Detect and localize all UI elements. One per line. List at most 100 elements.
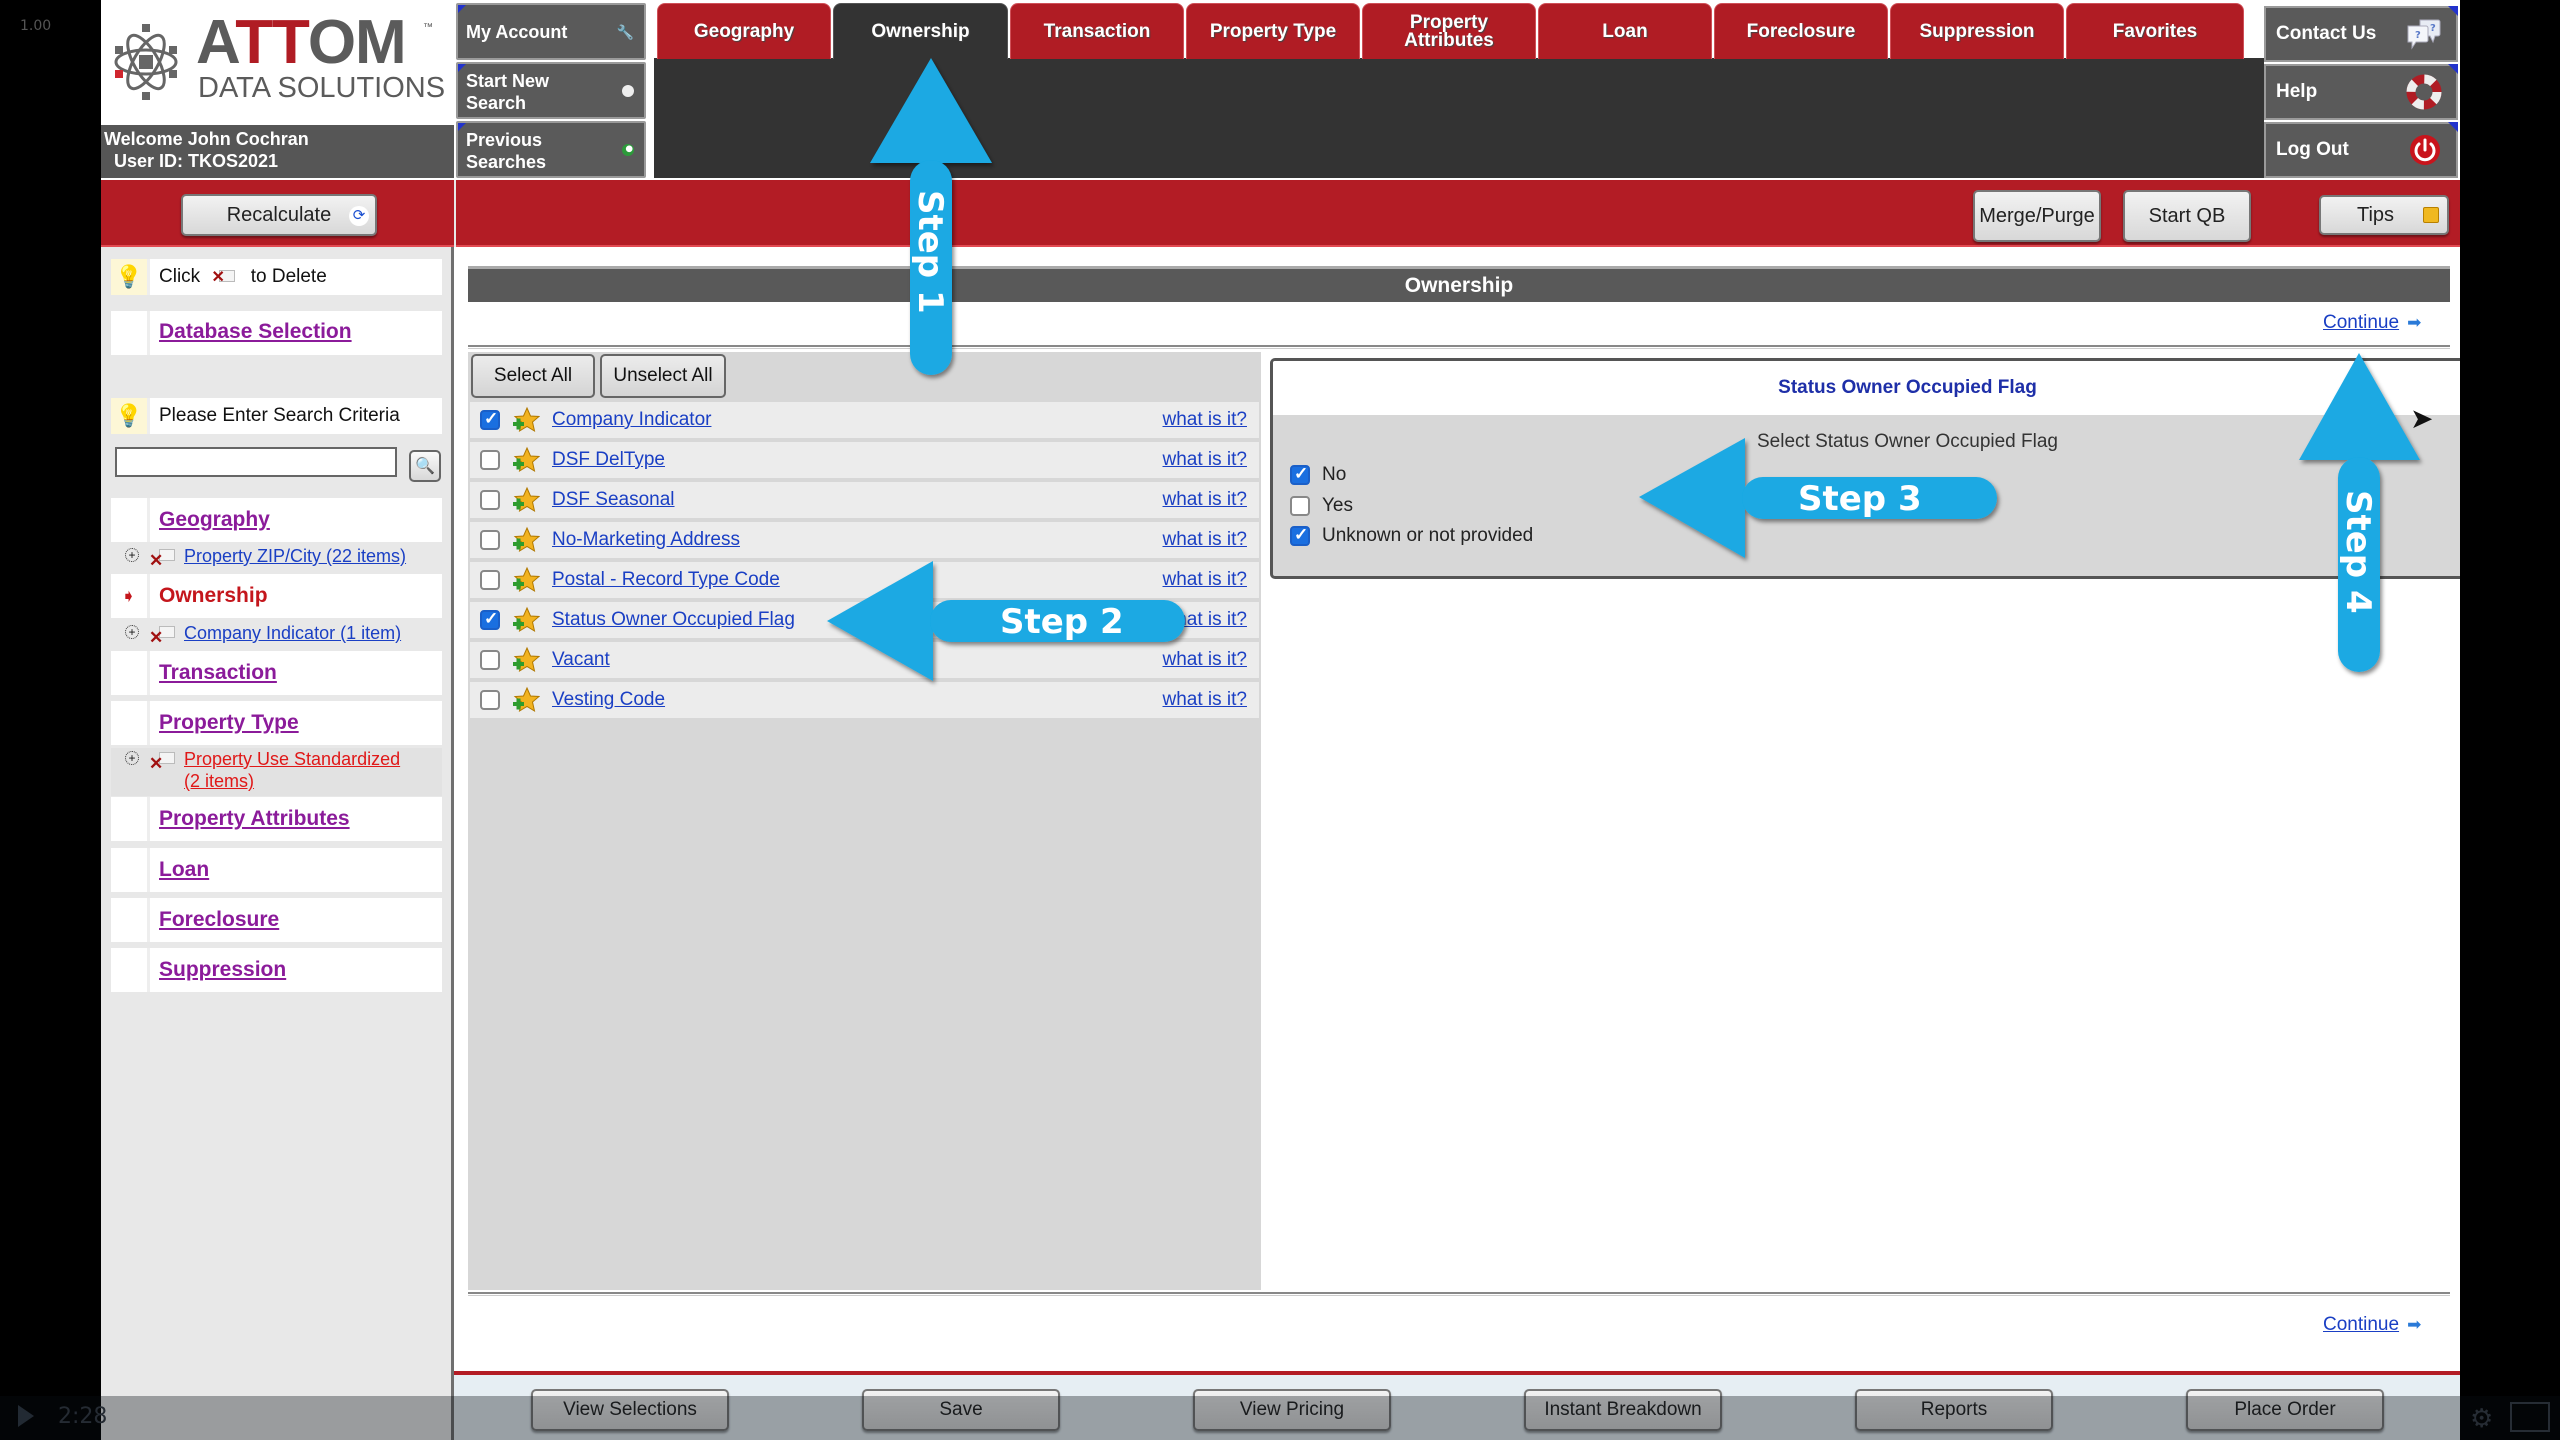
sidebar-item-transaction: Transaction: [111, 651, 442, 695]
fullscreen-icon[interactable]: [2510, 1402, 2550, 1432]
place-order-button[interactable]: Place Order: [2186, 1389, 2384, 1431]
criteria-link-property-type[interactable]: Property Use Standardized (2 items): [184, 748, 400, 792]
logo[interactable]: ATTOM ™ DATA SOLUTIONS: [101, 0, 454, 125]
add-favorite-star-icon[interactable]: [510, 606, 540, 636]
what-is-it-link[interactable]: what is it?: [1163, 569, 1247, 591]
delete-criteria-icon[interactable]: ✕: [149, 750, 177, 773]
flag-option[interactable]: Yes: [1290, 495, 1353, 517]
add-favorite-star-icon[interactable]: [510, 686, 540, 716]
lightbulb-icon: 💡: [111, 398, 147, 434]
field-checkbox[interactable]: [480, 570, 500, 590]
field-name-link[interactable]: Company Indicator: [552, 409, 711, 431]
settings-gear-icon[interactable]: ⚙: [2470, 1403, 2493, 1434]
svg-text:?: ?: [2430, 23, 2436, 34]
tips-button[interactable]: Tips: [2319, 195, 2449, 235]
add-favorite-star-icon[interactable]: [510, 526, 540, 556]
playback-speed: 1.00: [20, 18, 52, 34]
field-name-link[interactable]: DSF DelType: [552, 449, 665, 471]
what-is-it-link[interactable]: what is it?: [1163, 409, 1247, 431]
field-checkbox[interactable]: [480, 650, 500, 670]
recalculate-button[interactable]: Recalculate ⟳: [181, 194, 377, 236]
expand-icon[interactable]: +: [125, 751, 139, 765]
criteria-link-geography[interactable]: Property ZIP/City (22 items): [184, 545, 406, 567]
what-is-it-link[interactable]: what is it?: [1163, 689, 1247, 711]
tab-transaction[interactable]: Transaction: [1010, 3, 1184, 59]
instant-breakdown-button[interactable]: Instant Breakdown: [1524, 1389, 1722, 1431]
tab-property-type[interactable]: Property Type: [1186, 3, 1360, 59]
criteria-search-button[interactable]: 🔍: [409, 450, 441, 482]
what-is-it-link[interactable]: what is it?: [1163, 609, 1247, 631]
delete-criteria-icon[interactable]: ✕: [149, 547, 177, 570]
play-icon[interactable]: [18, 1405, 34, 1427]
field-name-link[interactable]: Status Owner Occupied Flag: [552, 609, 795, 631]
sidebar-current-ownership[interactable]: Ownership: [159, 584, 268, 608]
tips-label: Tips: [2357, 203, 2395, 226]
add-favorite-star-icon[interactable]: [510, 406, 540, 436]
criteria-search-input[interactable]: [115, 447, 397, 477]
field-name-link[interactable]: Vesting Code: [552, 689, 665, 711]
add-favorite-star-icon[interactable]: [510, 566, 540, 596]
delete-hint: 💡 Click ✕ to Delete: [111, 259, 442, 295]
what-is-it-link[interactable]: what is it?: [1163, 649, 1247, 671]
tab-geography[interactable]: Geography: [657, 3, 831, 59]
start-qb-button[interactable]: Start QB: [2123, 190, 2251, 242]
option-checkbox[interactable]: [1290, 464, 1310, 485]
continue-link-top[interactable]: Continue ➡: [2323, 312, 2421, 334]
flag-option[interactable]: No: [1290, 464, 1346, 486]
tab-foreclosure[interactable]: Foreclosure: [1714, 3, 1888, 59]
delete-criteria-icon[interactable]: ✕: [149, 624, 177, 647]
save-button[interactable]: Save: [862, 1389, 1060, 1431]
my-account-button[interactable]: My Account 🔧: [456, 3, 646, 60]
field-name-link[interactable]: DSF Seasonal: [552, 489, 675, 511]
option-checkbox[interactable]: [1290, 525, 1310, 546]
unselect-all-button[interactable]: Unselect All: [600, 354, 726, 398]
field-checkbox[interactable]: [480, 409, 500, 430]
contact-us-button[interactable]: Contact Us ? ?: [2264, 6, 2458, 62]
view-pricing-button[interactable]: View Pricing: [1193, 1389, 1391, 1431]
add-favorite-star-icon[interactable]: [510, 486, 540, 516]
help-button[interactable]: Help: [2264, 64, 2458, 120]
database-selection-link[interactable]: Database Selection: [159, 320, 352, 344]
sidebar-link-property-attributes[interactable]: Property Attributes: [159, 807, 350, 831]
field-name-link[interactable]: Postal - Record Type Code: [552, 569, 780, 591]
expand-icon[interactable]: +: [125, 548, 139, 562]
field-name-link[interactable]: Vacant: [552, 649, 610, 671]
reports-button[interactable]: Reports: [1855, 1389, 2053, 1431]
tab-suppression[interactable]: Suppression: [1890, 3, 2064, 59]
field-checkbox[interactable]: [480, 690, 500, 710]
field-checkbox[interactable]: [480, 530, 500, 550]
option-checkbox[interactable]: [1290, 495, 1310, 516]
sidebar-link-loan[interactable]: Loan: [159, 858, 209, 882]
flag-option[interactable]: Unknown or not provided: [1290, 525, 1533, 547]
sidebar-link-property-type[interactable]: Property Type: [159, 711, 299, 735]
what-is-it-link[interactable]: what is it?: [1163, 489, 1247, 511]
previous-searches-button[interactable]: Previous Searches: [456, 121, 646, 178]
expand-icon[interactable]: +: [125, 625, 139, 639]
criteria-link-ownership[interactable]: Company Indicator (1 item): [184, 622, 401, 644]
field-checkbox[interactable]: [480, 450, 500, 470]
view-selections-button[interactable]: View Selections: [531, 1389, 729, 1431]
tab-property-attributes[interactable]: Property Attributes: [1362, 3, 1536, 59]
add-favorite-star-icon[interactable]: [510, 646, 540, 676]
merge-purge-button[interactable]: Merge/Purge: [1973, 190, 2101, 242]
continue-link-bottom[interactable]: Continue ➡: [2323, 1314, 2421, 1336]
tab-ownership[interactable]: Ownership: [833, 3, 1008, 59]
sidebar-link-transaction[interactable]: Transaction: [159, 661, 277, 685]
field-name-link[interactable]: No-Marketing Address: [552, 529, 740, 551]
log-out-button[interactable]: Log Out: [2264, 122, 2458, 178]
tab-favorites[interactable]: Favorites: [2066, 3, 2244, 59]
delete-hint-text: Click ✕ to Delete: [159, 266, 327, 287]
field-checkbox[interactable]: [480, 609, 500, 630]
start-new-search-button[interactable]: Start New Search: [456, 62, 646, 119]
what-is-it-link[interactable]: what is it?: [1163, 529, 1247, 551]
contact-us-label: Contact Us: [2276, 23, 2377, 44]
sidebar-link-geography[interactable]: Geography: [159, 508, 270, 532]
tab-loan[interactable]: Loan: [1538, 3, 1712, 59]
add-favorite-star-icon[interactable]: [510, 446, 540, 476]
sidebar-link-suppression[interactable]: Suppression: [159, 958, 286, 982]
what-is-it-link[interactable]: what is it?: [1163, 449, 1247, 471]
sidebar-link-foreclosure[interactable]: Foreclosure: [159, 908, 279, 932]
field-checkbox[interactable]: [480, 490, 500, 510]
globe-icon: [622, 143, 634, 156]
select-all-button[interactable]: Select All: [471, 354, 595, 398]
